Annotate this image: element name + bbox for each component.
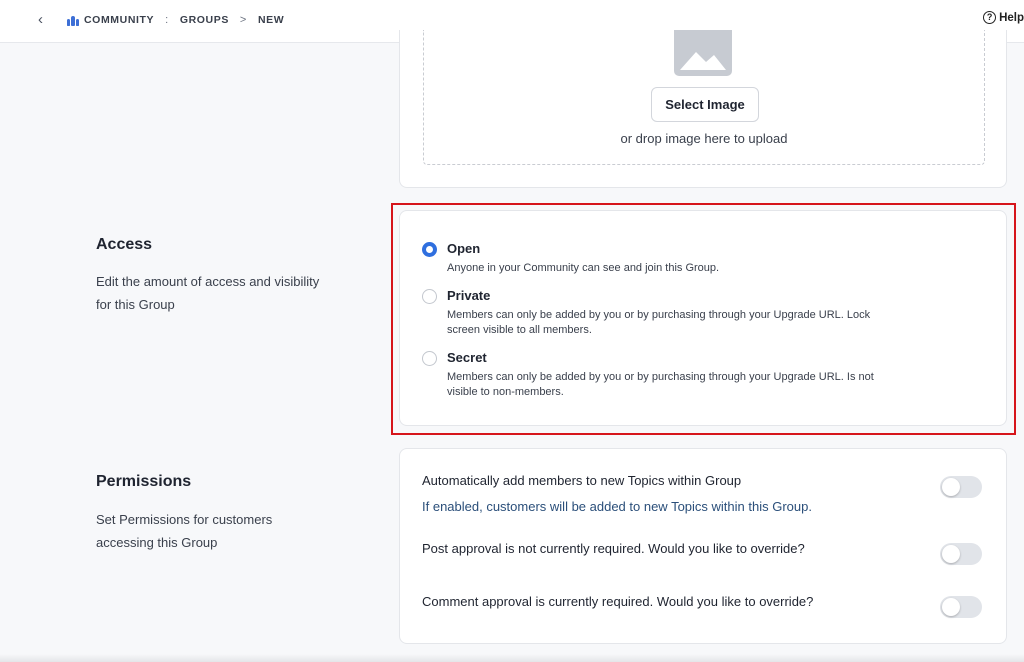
- post-approval-toggle[interactable]: [940, 543, 982, 565]
- breadcrumb-community[interactable]: COMMUNITY: [84, 14, 154, 26]
- breadcrumb-separator: :: [165, 14, 169, 26]
- image-dropzone[interactable]: Select Image or drop image here to uploa…: [423, 30, 985, 165]
- breadcrumb-separator: >: [239, 14, 247, 26]
- toggle-knob: [942, 545, 960, 563]
- back-button[interactable]: ‹: [38, 10, 54, 30]
- access-description: Edit the amount of access and visibility…: [96, 274, 320, 312]
- question-circle-icon: ?: [983, 11, 997, 24]
- breadcrumb-groups[interactable]: GROUPS: [180, 14, 229, 26]
- breadcrumb: COMMUNITY : GROUPS > NEW: [67, 12, 284, 28]
- community-icon: [67, 15, 79, 26]
- help-label: Help: [999, 11, 1024, 24]
- permissions-card: Automatically add members to new Topics …: [399, 448, 1007, 644]
- comment-approval-toggle[interactable]: [940, 596, 982, 618]
- toggle-knob: [942, 478, 960, 496]
- select-image-button[interactable]: Select Image: [651, 87, 759, 122]
- bottom-edge: [0, 654, 1024, 662]
- image-upload-card: Select Image or drop image here to uploa…: [399, 30, 1007, 188]
- highlight-box: [391, 203, 1016, 435]
- help-link[interactable]: ? Help: [983, 11, 1024, 24]
- chevron-left-icon: ‹: [38, 11, 43, 28]
- comment-approval-label: Comment approval is currently required. …: [422, 594, 814, 609]
- image-placeholder-icon: [674, 30, 732, 76]
- permissions-description: Set Permissions for customers accessing …: [96, 512, 273, 550]
- toggle-knob: [942, 598, 960, 616]
- post-approval-label: Post approval is not currently required.…: [422, 541, 805, 556]
- access-title: Access: [96, 236, 153, 253]
- auto-add-label: Automatically add members to new Topics …: [422, 473, 742, 488]
- auto-add-toggle[interactable]: [940, 476, 982, 498]
- permissions-title: Permissions: [96, 473, 192, 490]
- auto-add-hint: If enabled, customers will be added to n…: [422, 499, 812, 514]
- drop-hint-text: or drop image here to upload: [620, 131, 788, 146]
- breadcrumb-current: NEW: [257, 14, 285, 26]
